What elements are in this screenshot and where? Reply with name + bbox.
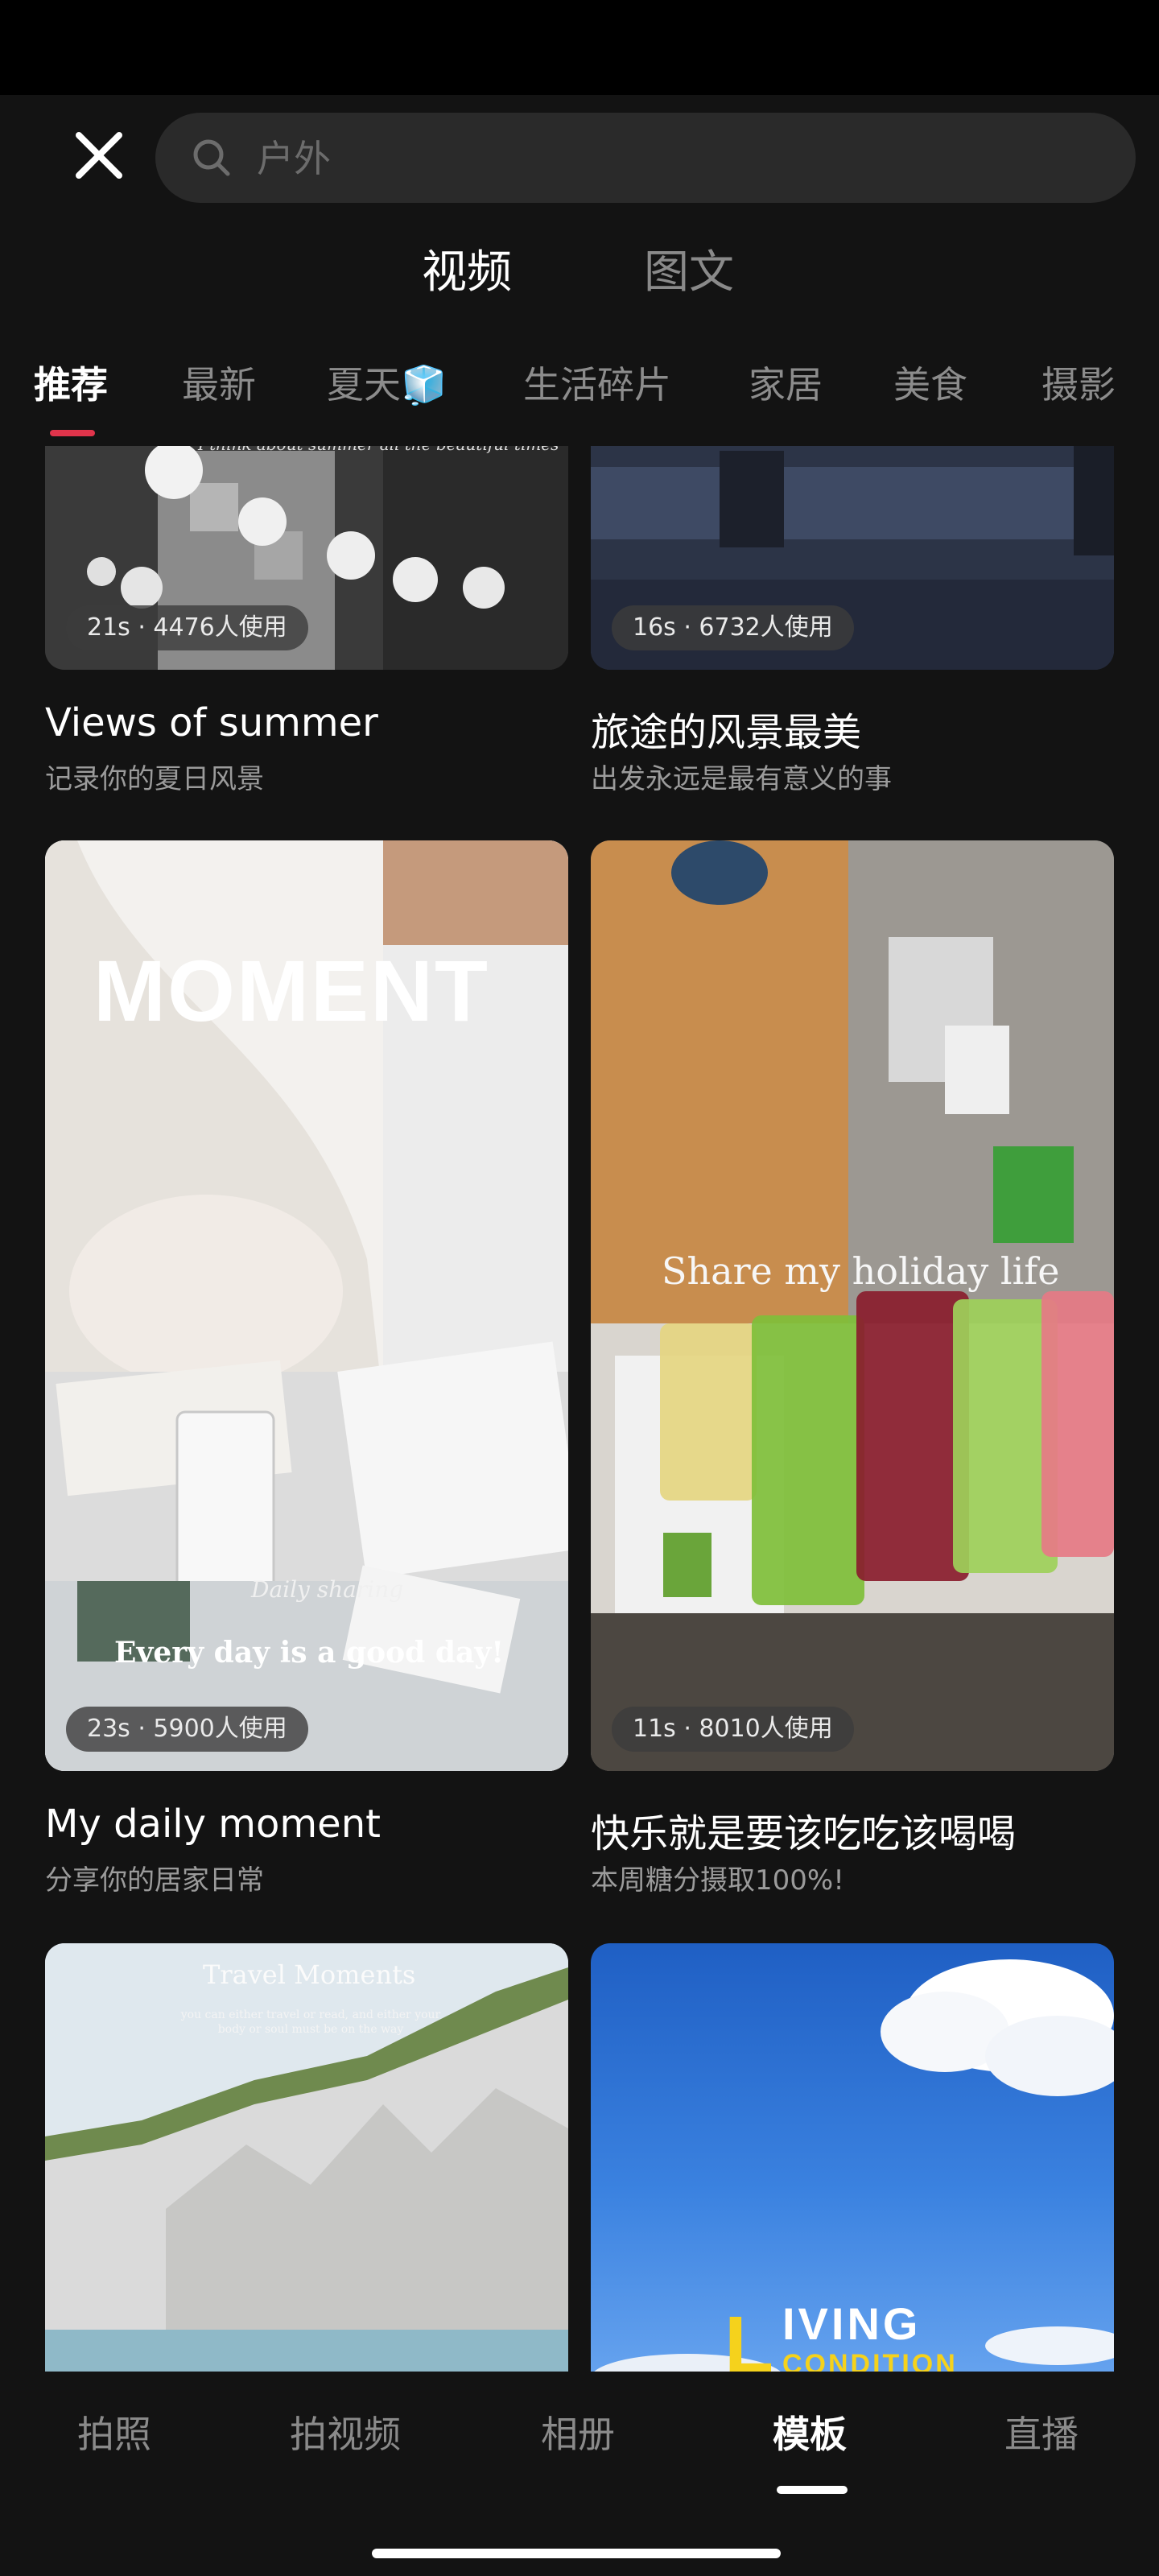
overlay-word: IVING xyxy=(782,2298,922,2349)
template-thumbnail-my-daily-moment[interactable]: MOMENT Daily sharing Every day is a good… xyxy=(45,840,568,1771)
template-subtitle: 本周糖分摄取100%! xyxy=(591,1864,844,1897)
status-bar xyxy=(0,0,1159,95)
nav-active-indicator xyxy=(777,2486,848,2494)
nav-live[interactable]: 直播 xyxy=(1004,2405,1079,2458)
template-thumbnail-travel-scenery[interactable]: 16s · 6732人使用 xyxy=(591,419,1114,670)
template-thumbnail-views-of-summer[interactable]: I think about summer all the beautiful t… xyxy=(45,419,568,670)
template-subtitle: 出发永远是最有意义的事 xyxy=(591,763,892,795)
bottom-nav xyxy=(0,2372,1159,2576)
nav-templates[interactable]: 模板 xyxy=(773,2405,847,2458)
nav-video[interactable]: 拍视频 xyxy=(290,2405,401,2458)
overlay-title: Share my holiday life xyxy=(662,1249,1060,1293)
overlay-small: you can either travel or read, and eithe… xyxy=(180,2008,441,2036)
template-thumbnail-eat-and-drink[interactable]: Share my holiday life 11s · 8010人使用 xyxy=(591,840,1114,1771)
search-bar[interactable] xyxy=(155,113,1136,204)
overlay-title: MOMENT xyxy=(93,942,489,1039)
usage-badge: 16s · 6732人使用 xyxy=(612,605,854,650)
template-title: Views of summer xyxy=(45,700,378,745)
category-tab-food[interactable]: 美食 xyxy=(893,361,967,409)
close-icon[interactable] xyxy=(71,127,127,184)
overlay-title: Travel Moments xyxy=(203,1959,416,1990)
category-tab-latest[interactable]: 最新 xyxy=(182,361,256,409)
overlay-caption: Every day is a good day! xyxy=(114,1636,505,1670)
category-tab-home[interactable]: 家居 xyxy=(749,361,823,409)
template-title: 快乐就是要该吃吃该喝喝 xyxy=(591,1811,1017,1856)
overlay-small: Daily sharing xyxy=(251,1576,404,1603)
nav-photo[interactable]: 拍照 xyxy=(77,2405,151,2458)
usage-badge: 21s · 4476人使用 xyxy=(66,605,308,650)
active-tab-indicator xyxy=(50,430,95,436)
category-tab-summer[interactable]: 夏天🧊 xyxy=(327,361,447,409)
usage-badge: 23s · 5900人使用 xyxy=(66,1707,308,1752)
category-tab-photography[interactable]: 摄影 xyxy=(1041,361,1116,409)
tab-video[interactable]: 视频 xyxy=(422,245,512,301)
template-thumbnail-living-condition[interactable]: L IVING CONDITION xyxy=(591,1943,1114,2394)
template-thumbnail-travel-moments[interactable]: Travel Moments you can either travel or … xyxy=(45,1943,568,2394)
usage-badge: 11s · 8010人使用 xyxy=(612,1707,854,1752)
template-subtitle: 记录你的夏日风景 xyxy=(45,763,264,795)
template-title: My daily moment xyxy=(45,1802,381,1847)
tab-image-text[interactable]: 图文 xyxy=(644,245,734,301)
search-icon xyxy=(193,139,230,176)
category-tab-life-fragments[interactable]: 生活碎片 xyxy=(523,361,671,409)
category-tab-recommended[interactable]: 推荐 xyxy=(34,361,108,409)
nav-album[interactable]: 相册 xyxy=(541,2405,615,2458)
drinks-photo xyxy=(591,840,1114,1771)
home-indicator[interactable] xyxy=(372,2549,781,2558)
template-subtitle: 分享你的居家日常 xyxy=(45,1864,264,1897)
template-title: 旅途的风景最美 xyxy=(591,710,862,755)
search-input[interactable] xyxy=(255,113,1095,204)
